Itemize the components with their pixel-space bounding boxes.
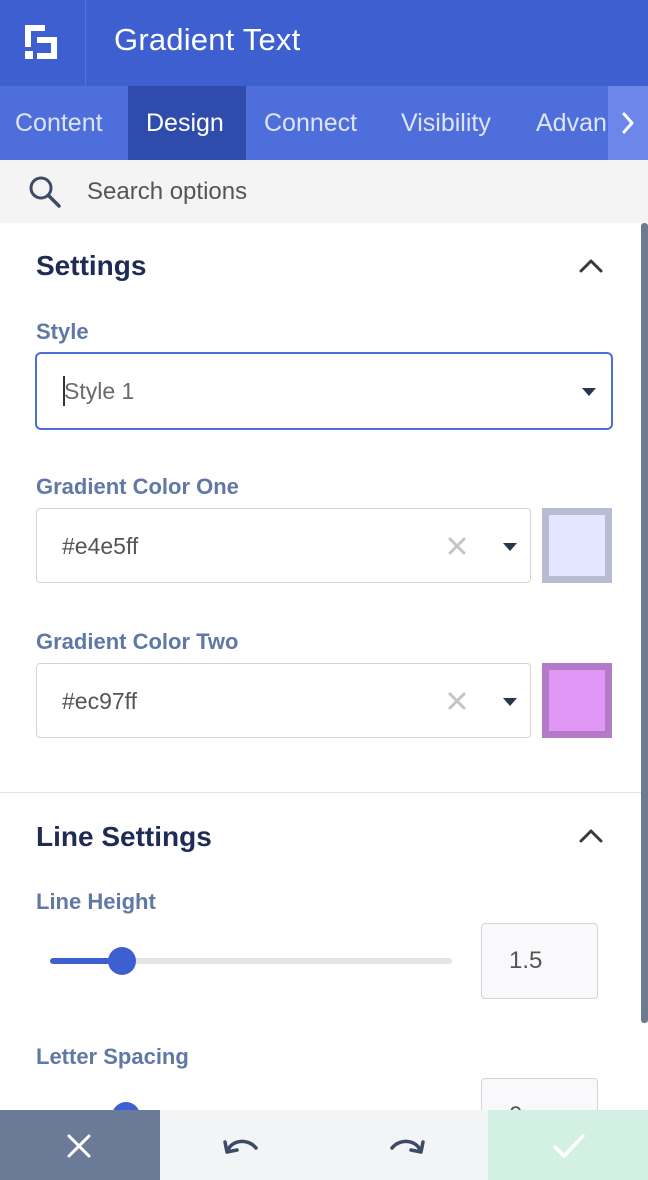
section-divider — [0, 792, 641, 793]
tab-bar: Content Design Connect Visibility Advan — [0, 86, 648, 160]
chevron-down-icon[interactable] — [502, 697, 518, 707]
scrollbar[interactable] — [641, 223, 648, 1023]
tab-advanced[interactable]: Advan — [519, 86, 614, 160]
style-label: Style — [36, 319, 89, 344]
tab-design[interactable]: Design — [128, 86, 246, 160]
brand-logo-icon — [25, 25, 57, 59]
search-bar — [0, 160, 648, 223]
options-panel: Settings Style Style 1 Gradient Color On… — [0, 223, 648, 1110]
tab-scroll-right-button[interactable] — [608, 86, 648, 160]
chevron-right-icon — [622, 112, 634, 134]
style-select[interactable]: Style 1 — [35, 352, 613, 430]
tab-visibility[interactable]: Visibility — [383, 86, 519, 160]
line-settings-section-title: Line Settings — [36, 821, 212, 852]
gradient-color-one-label: Gradient Color One — [36, 474, 239, 499]
save-button[interactable] — [488, 1110, 648, 1180]
collapse-settings-icon[interactable] — [578, 257, 604, 275]
undo-icon — [223, 1139, 258, 1154]
tab-connect[interactable]: Connect — [246, 86, 383, 160]
tab-content[interactable]: Content — [0, 86, 128, 160]
gradient-color-one-value: #e4e5ff — [62, 533, 139, 559]
search-icon — [29, 176, 61, 208]
style-select-value: Style 1 — [64, 378, 135, 404]
letter-spacing-input[interactable]: 0 — [481, 1078, 598, 1110]
gradient-color-two-value: #ec97ff — [62, 688, 138, 714]
clear-icon[interactable] — [447, 536, 467, 556]
search-input[interactable] — [87, 174, 587, 210]
gradient-color-two-swatch[interactable] — [542, 663, 612, 738]
gradient-color-one-swatch[interactable] — [542, 508, 612, 583]
clear-icon[interactable] — [447, 691, 467, 711]
logo-box — [0, 0, 86, 86]
letter-spacing-value: 0 — [509, 1102, 522, 1110]
panel-title: Gradient Text — [114, 22, 301, 57]
letter-spacing-slider-thumb[interactable] — [112, 1102, 141, 1110]
undo-button[interactable] — [160, 1110, 324, 1180]
chevron-down-icon — [582, 388, 596, 396]
line-height-value: 1.5 — [509, 947, 543, 974]
action-bar — [0, 1110, 648, 1180]
collapse-line-settings-icon[interactable] — [578, 827, 604, 845]
gradient-color-one-field[interactable]: #e4e5ff — [36, 508, 531, 583]
line-height-label: Line Height — [36, 889, 156, 914]
settings-section-title: Settings — [36, 250, 147, 281]
checkmark-icon — [553, 1134, 585, 1158]
cancel-button[interactable] — [0, 1110, 160, 1180]
close-icon — [67, 1134, 91, 1158]
chevron-down-icon[interactable] — [502, 542, 518, 552]
letter-spacing-label: Letter Spacing — [36, 1044, 189, 1069]
gradient-color-two-label: Gradient Color Two — [36, 629, 239, 654]
gradient-color-two-field[interactable]: #ec97ff — [36, 663, 531, 738]
redo-icon — [390, 1139, 425, 1154]
redo-button[interactable] — [324, 1110, 488, 1180]
line-height-slider-thumb[interactable] — [108, 947, 137, 975]
panel-header: Gradient Text — [0, 0, 648, 86]
line-height-input[interactable]: 1.5 — [481, 923, 598, 999]
